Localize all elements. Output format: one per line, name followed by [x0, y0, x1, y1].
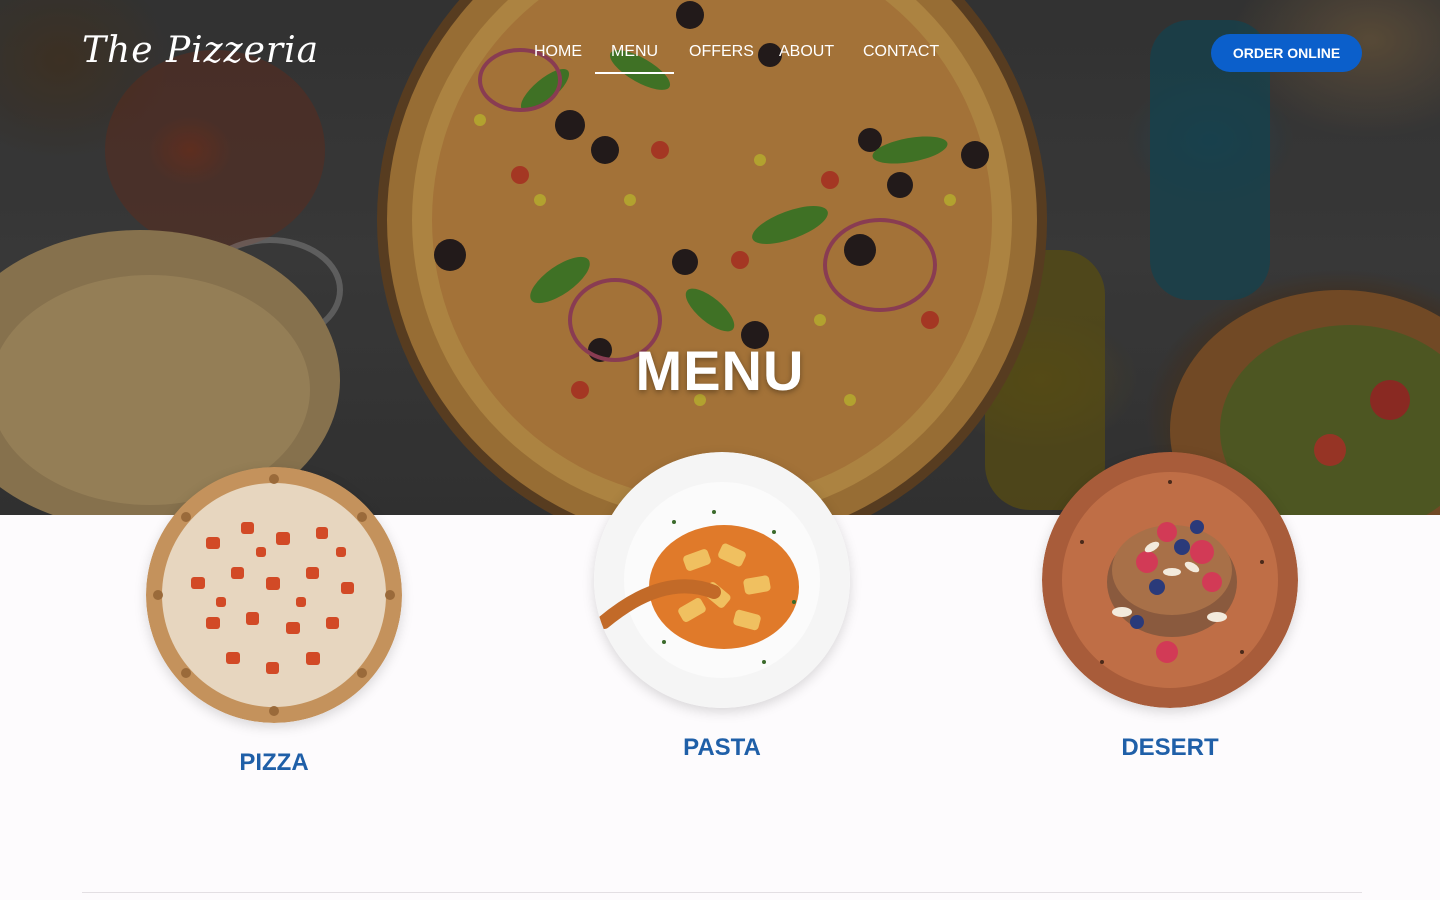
order-online-button[interactable]: ORDER ONLINE [1211, 34, 1362, 72]
nav-link-offers[interactable]: OFFERS [673, 40, 770, 74]
pizza-image[interactable] [146, 467, 402, 723]
hero-banner [0, 0, 1440, 515]
page-title: MENU [635, 339, 805, 402]
menu-card-pizza[interactable]: PIZZA [124, 465, 424, 785]
nav-link-contact[interactable]: CONTACT [847, 40, 955, 74]
menu-card-pasta[interactable]: PASTA [572, 450, 872, 770]
section-divider [82, 892, 1362, 893]
nav-link-about[interactable]: ABOUT [763, 40, 850, 74]
menu-card-dessert[interactable]: DESERT [1020, 450, 1320, 770]
category-label-pizza[interactable]: PIZZA [124, 749, 424, 777]
site-logo[interactable]: The Pizzeria [82, 30, 319, 71]
dessert-image[interactable] [1042, 452, 1298, 708]
hero-overlay [0, 0, 1440, 515]
category-label-pasta[interactable]: PASTA [572, 734, 872, 762]
category-label-dessert[interactable]: DESERT [1020, 734, 1320, 762]
nav-link-menu[interactable]: MENU [595, 40, 675, 74]
nav-link-home[interactable]: HOME [518, 40, 598, 74]
pasta-image[interactable] [594, 452, 850, 708]
